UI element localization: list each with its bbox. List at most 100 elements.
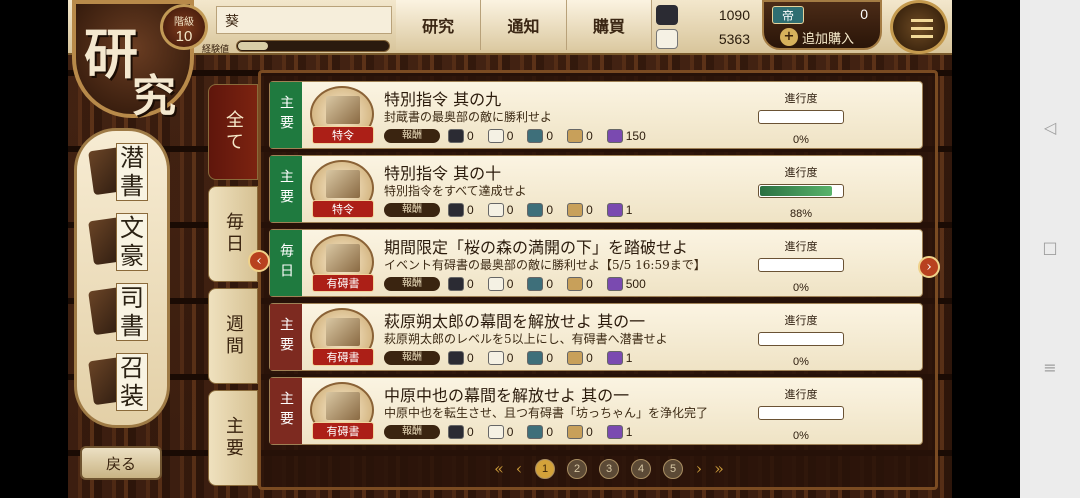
- mission-tag: 特令: [312, 126, 374, 144]
- page-3[interactable]: 3: [599, 459, 619, 479]
- hamburger-icon-line: [911, 35, 933, 38]
- reward-value: 1: [625, 425, 633, 439]
- reward-item: 0: [567, 351, 593, 365]
- reward-value: 0: [546, 351, 554, 365]
- level-label: 階級: [174, 17, 194, 28]
- resource-rice: 5363: [656, 28, 754, 50]
- exp-bar: [236, 40, 390, 52]
- ticket-count: 0: [860, 6, 868, 22]
- page-5[interactable]: 5: [663, 459, 683, 479]
- ink-count: 1090: [718, 7, 750, 23]
- category-tab-main[interactable]: 主要: [208, 390, 258, 486]
- reward-value: 0: [467, 277, 474, 291]
- side-item-label: 潜書: [116, 143, 148, 201]
- item-reward-icon: [606, 203, 623, 217]
- menu-button[interactable]: [890, 0, 948, 54]
- tab-research[interactable]: 研究: [396, 0, 482, 50]
- reward-value: 150: [625, 129, 646, 143]
- progress-bar: [758, 258, 844, 272]
- progress-value: 88%: [789, 208, 813, 220]
- side-item-label: 司書: [116, 283, 148, 341]
- reward-value: 0: [586, 129, 593, 143]
- recent-apps-icon[interactable]: ≡: [1040, 358, 1060, 378]
- mission-title: 期間限定「桜の森の満開の下」を踏破せよ: [384, 238, 689, 257]
- progress-label: 進行度: [784, 240, 818, 253]
- reward-value: 0: [586, 203, 593, 217]
- level-value: 10: [175, 28, 193, 45]
- rice-reward-icon: [487, 351, 504, 365]
- mission-row[interactable]: 主要 有碍書 中原中也の幕間を解放せよ 其の一 中原中也を転生させ、且つ有碍書「…: [269, 377, 923, 445]
- pagination: « ‹ 1 2 3 4 5 › »: [464, 456, 754, 482]
- page-2[interactable]: 2: [567, 459, 587, 479]
- mission-type-badge: 毎日: [270, 230, 302, 296]
- back-triangle-icon[interactable]: ◁: [1040, 118, 1060, 138]
- side-item-sensho[interactable]: 潜書: [88, 141, 157, 203]
- ink-reward-icon: [448, 425, 464, 439]
- mission-tag: 有碍書: [312, 422, 374, 440]
- side-item-bungo[interactable]: 文豪: [88, 211, 157, 273]
- reward-item: 0: [487, 203, 514, 217]
- page-4[interactable]: 4: [631, 459, 651, 479]
- next-page-icon[interactable]: ›: [689, 459, 709, 479]
- reward-value: 1: [625, 203, 633, 217]
- side-item-label: 召装: [116, 353, 148, 411]
- reward-label: 報酬: [384, 425, 440, 439]
- mission-title: 特別指令 其の十: [384, 164, 502, 183]
- reward-value: 0: [467, 203, 474, 217]
- item-reward-icon: [606, 129, 623, 143]
- mission-row[interactable]: 主要 有碍書 萩原朔太郎の幕間を解放せよ 其の一 萩原朔太郎のレベルを5以上にし…: [269, 303, 923, 371]
- player-panel: 葵 経験値: [202, 6, 396, 54]
- reward-item: 0: [567, 277, 593, 291]
- rice-reward-icon: [487, 129, 504, 143]
- reward-value: 0: [506, 203, 514, 217]
- additional-purchase-button[interactable]: + 追加購入: [780, 26, 878, 48]
- reward-item: 0: [527, 277, 553, 291]
- medal-reward-icon: [567, 277, 584, 291]
- mission-row[interactable]: 毎日 有碍書 期間限定「桜の森の満開の下」を踏破せよ イベント有碍書の最奥部の敵…: [269, 229, 923, 297]
- progress-bar: [758, 406, 844, 420]
- tab-shop[interactable]: 購買: [566, 0, 652, 50]
- rice-count: 5363: [718, 31, 750, 47]
- mission-description: 萩原朔太郎のレベルを5以上にし、有碍書へ潜書せよ: [384, 332, 668, 346]
- mission-row[interactable]: 主要 特令 特別指令 其の九 封蔵書の最奥部の敵に勝利せよ 報酬 0 0 0 0…: [269, 81, 923, 149]
- mission-title: 萩原朔太郎の幕間を解放せよ 其の一: [384, 312, 646, 331]
- progress-bar: [758, 110, 844, 124]
- category-tab-weekly[interactable]: 週間: [208, 288, 258, 384]
- mission-title: 特別指令 其の九: [384, 90, 502, 109]
- book-cover: [326, 318, 360, 346]
- player-name: 葵: [216, 6, 392, 34]
- mission-row[interactable]: 主要 特令 特別指令 其の十 特別指令をすべて達成せよ 報酬 0 0 0 0 1…: [269, 155, 923, 223]
- tab-notifications[interactable]: 通知: [481, 0, 567, 50]
- prev-arrow-button[interactable]: ‹: [248, 250, 270, 272]
- reward-item: 1: [606, 203, 633, 217]
- progress-bar: [758, 184, 844, 198]
- back-button[interactable]: 戻る: [80, 446, 162, 480]
- first-page-icon[interactable]: «: [489, 459, 509, 479]
- book-reward-icon: [527, 425, 544, 439]
- side-item-shisho[interactable]: 司書: [88, 281, 157, 343]
- reward-value: 0: [467, 425, 474, 439]
- medal-reward-icon: [567, 129, 584, 143]
- progress-value: 0%: [793, 430, 809, 442]
- progress-bar: [758, 332, 844, 346]
- mission-type-badge: 主要: [270, 378, 302, 444]
- home-square-icon[interactable]: □: [1040, 238, 1060, 258]
- mission-rewards: 報酬 0 0 0 0: [384, 276, 754, 292]
- ticket-icon: 帝: [772, 6, 804, 24]
- side-item-shoso[interactable]: 召装: [88, 351, 157, 413]
- last-page-icon[interactable]: »: [709, 459, 729, 479]
- page-1[interactable]: 1: [535, 459, 555, 479]
- mission-type-badge: 主要: [270, 304, 302, 370]
- category-tab-all[interactable]: 全て: [208, 84, 258, 180]
- plus-icon: +: [780, 28, 798, 46]
- rice-reward-icon: [487, 277, 504, 291]
- book-reward-icon: [527, 277, 544, 291]
- next-arrow-button[interactable]: ›: [918, 256, 940, 278]
- reward-value: 0: [546, 277, 554, 291]
- premium-panel: 帝 0 + 追加購入: [762, 0, 882, 50]
- prev-page-icon[interactable]: ‹: [509, 459, 529, 479]
- reward-item: 500: [606, 277, 646, 291]
- ink-reward-icon: [448, 351, 464, 365]
- book-cover: [326, 170, 360, 198]
- reward-value: 1: [625, 351, 633, 365]
